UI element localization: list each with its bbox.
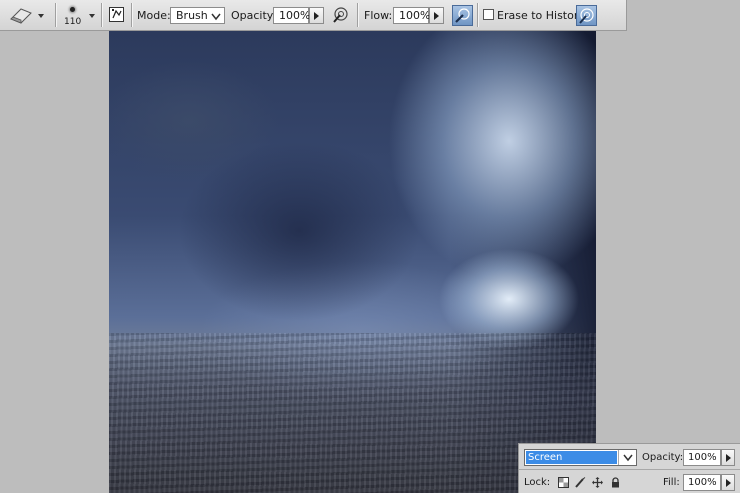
brush-tip-icon	[70, 7, 75, 12]
flow-slider-button[interactable]	[429, 7, 444, 24]
tablet-pressure-icon	[333, 7, 348, 23]
layer-opacity-input[interactable]: 100%	[683, 449, 721, 466]
lock-transparent-pixels-icon[interactable]	[558, 477, 569, 488]
chevron-down-icon	[38, 14, 44, 18]
airbrush-icon	[455, 8, 470, 23]
fill-label: Fill:	[663, 477, 680, 488]
divider	[519, 469, 740, 470]
lock-position-icon[interactable]	[592, 477, 603, 488]
flow-input[interactable]: 100%	[393, 7, 431, 24]
divider	[131, 3, 133, 27]
mode-select[interactable]: Brush	[170, 7, 225, 24]
lock-label: Lock:	[524, 477, 551, 488]
opacity-value: 100%	[279, 9, 311, 22]
flow-label: Flow:	[364, 9, 393, 22]
fill-input[interactable]: 100%	[683, 474, 721, 491]
pressure-opacity-button[interactable]	[331, 5, 352, 26]
blend-dropdown-button[interactable]	[618, 450, 636, 465]
document-canvas[interactable]	[109, 31, 596, 493]
options-bar: 110 Mode: Brush Opacity: 100% Flow: 100%…	[0, 0, 627, 31]
chevron-down-icon	[89, 14, 95, 18]
opacity-slider-button[interactable]	[309, 7, 324, 24]
tablet-pressure-icon	[579, 8, 594, 24]
divider	[55, 3, 57, 27]
blend-mode-select[interactable]: Screen	[524, 449, 637, 466]
divider	[477, 3, 479, 27]
brush-picker[interactable]: 110	[62, 4, 98, 28]
erase-to-history-checkbox[interactable]	[483, 9, 494, 20]
tool-preset-picker[interactable]	[8, 6, 46, 26]
chevron-down-icon	[623, 454, 633, 462]
chevron-down-icon	[211, 13, 221, 21]
eraser-icon	[10, 8, 32, 24]
airbrush-toggle[interactable]	[452, 5, 473, 26]
layer-opacity-value: 100%	[688, 452, 717, 463]
divider	[101, 3, 103, 27]
opacity-input[interactable]: 100%	[273, 7, 311, 24]
fill-slider-button[interactable]	[721, 474, 735, 491]
pressure-size-toggle[interactable]	[576, 5, 597, 26]
lock-image-pixels-icon[interactable]	[575, 477, 586, 488]
fill-value: 100%	[688, 477, 717, 488]
blend-mode-value: Screen	[526, 451, 617, 464]
erase-to-history-label[interactable]: Erase to History	[497, 9, 585, 22]
brush-panel-toggle[interactable]	[107, 5, 128, 26]
brush-panel-icon	[109, 7, 124, 22]
mode-label: Mode:	[137, 9, 171, 22]
layer-opacity-slider-button[interactable]	[721, 449, 735, 466]
opacity-label: Opacity:	[231, 9, 277, 22]
layers-panel: Screen Opacity: 100% Lock: Fill: 100%	[518, 443, 740, 493]
lock-all-icon[interactable]	[610, 477, 621, 488]
brush-size-value: 110	[64, 17, 82, 27]
mode-value: Brush	[176, 9, 208, 22]
divider	[357, 3, 359, 27]
layer-opacity-label: Opacity:	[642, 452, 684, 463]
flow-value: 100%	[399, 9, 431, 22]
